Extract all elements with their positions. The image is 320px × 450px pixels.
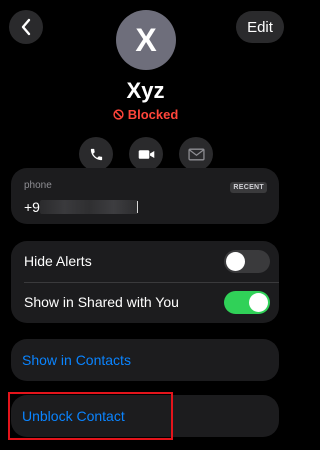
toggles-card: Hide Alerts Show in Shared with You bbox=[11, 241, 279, 323]
blocked-icon bbox=[113, 109, 124, 120]
phone-label: phone bbox=[24, 180, 52, 191]
phone-number[interactable]: +9 bbox=[24, 199, 40, 215]
back-button[interactable] bbox=[9, 10, 43, 44]
hide-alerts-toggle[interactable] bbox=[224, 250, 270, 273]
mail-icon bbox=[187, 148, 205, 160]
mail-button[interactable] bbox=[179, 137, 213, 171]
chevron-left-icon bbox=[21, 18, 31, 36]
recent-badge: RECENT bbox=[230, 182, 267, 193]
hide-alerts-row: Hide Alerts bbox=[11, 241, 279, 282]
edit-button[interactable]: Edit bbox=[236, 11, 284, 43]
phone-card[interactable]: phone RECENT +9 bbox=[11, 168, 279, 224]
avatar-initial: X bbox=[135, 21, 157, 58]
contact-name: Xyz bbox=[126, 78, 165, 103]
blocked-label: Blocked bbox=[127, 107, 179, 122]
highlight-box bbox=[8, 392, 173, 440]
call-button[interactable] bbox=[79, 137, 113, 171]
shared-with-you-row: Show in Shared with You bbox=[11, 282, 279, 323]
hide-alerts-label: Hide Alerts bbox=[24, 253, 92, 269]
show-in-contacts-card[interactable]: Show in Contacts bbox=[11, 339, 279, 381]
phone-icon bbox=[90, 148, 102, 160]
phone-redaction-edge bbox=[137, 201, 138, 213]
show-in-contacts-link[interactable]: Show in Contacts bbox=[22, 352, 131, 368]
video-call-button[interactable] bbox=[129, 137, 163, 171]
avatar: X bbox=[116, 10, 176, 70]
blocked-status: Blocked bbox=[0, 107, 291, 122]
phone-redaction bbox=[40, 200, 138, 214]
video-icon bbox=[138, 149, 154, 159]
shared-with-you-label: Show in Shared with You bbox=[24, 294, 179, 310]
shared-with-you-toggle[interactable] bbox=[224, 291, 270, 314]
